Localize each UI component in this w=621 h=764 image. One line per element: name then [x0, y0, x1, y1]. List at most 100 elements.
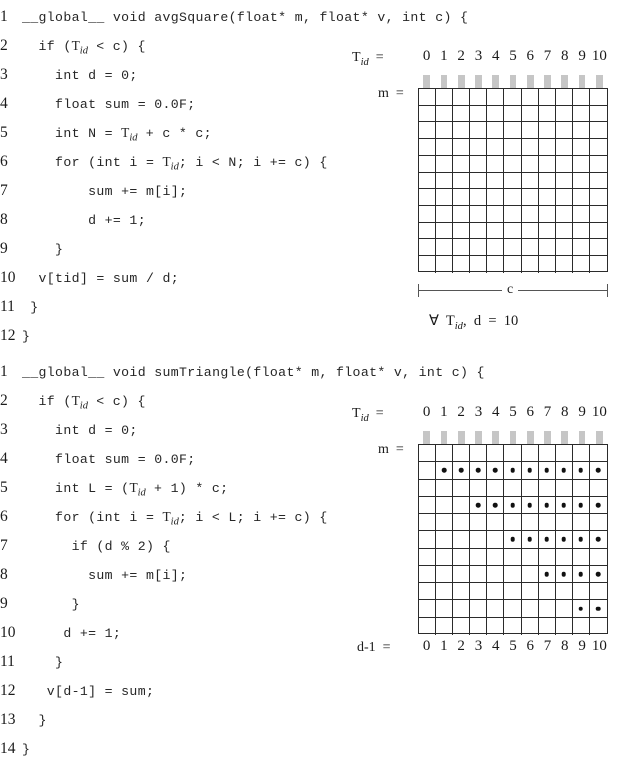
code-text: } [22, 655, 64, 670]
line-number: 1 [0, 363, 8, 380]
line-number: 3 [0, 66, 8, 83]
cell-dot [510, 502, 515, 508]
grid-cell [487, 222, 505, 240]
grid-cell [538, 565, 556, 584]
code-line: 4 float sum = 0.0F; [0, 444, 400, 473]
grid-cell [504, 617, 522, 635]
code-line: 5 int N = Tid + c * c; [0, 118, 400, 147]
code-text: int L = (Tid + 1) * c; [22, 480, 229, 499]
grid-cell [453, 617, 471, 635]
cell-dot [476, 502, 481, 508]
grid-cell [538, 462, 556, 480]
grid-cell [538, 89, 556, 106]
grid-cell [419, 445, 437, 463]
cell-dot [596, 468, 601, 473]
line-number: 3 [0, 421, 8, 438]
grid-cell [470, 122, 488, 140]
grid-cell [436, 89, 454, 106]
code-text: __global__ void avgSquare(float* m, floa… [22, 10, 469, 25]
grid-cell [573, 617, 590, 635]
grid-cell [589, 566, 608, 584]
grid-row [419, 105, 608, 123]
grid-cell [504, 189, 522, 207]
code-line: 3 int d = 0; [0, 415, 400, 444]
grid-row [419, 172, 608, 190]
grid-cell [555, 600, 573, 618]
grid-cell [487, 89, 505, 106]
grid-cell [453, 256, 471, 273]
grid-cell [521, 445, 539, 463]
grid-row [419, 531, 608, 549]
code-text: float sum = 0.0F; [22, 452, 196, 467]
grid-cell [538, 222, 556, 240]
grid-row [419, 122, 608, 140]
grid-cell [419, 479, 437, 497]
grid-cell [521, 105, 539, 123]
grid-cell [521, 139, 539, 156]
code-text: if (d % 2) { [22, 539, 171, 554]
line-number: 4 [0, 450, 8, 467]
grid-cell [589, 189, 608, 207]
code-text: int d = 0; [22, 68, 138, 83]
grid-cell [538, 239, 556, 257]
grid-cell [538, 548, 556, 566]
grid-cell [470, 479, 488, 497]
grid-cell [504, 256, 522, 273]
grid-cell [487, 531, 505, 549]
grid-cell [504, 445, 522, 463]
grid-cell [572, 531, 590, 549]
grid-cell [470, 462, 488, 480]
grid-cell [470, 600, 488, 618]
grid-cell [470, 172, 488, 190]
grid-cell [453, 155, 471, 173]
cell-dot [561, 571, 567, 577]
grid-cell [470, 222, 488, 240]
grid-cell [589, 462, 608, 480]
line-number: 9 [0, 595, 8, 612]
grid-row [419, 89, 608, 106]
grid-cell [487, 565, 505, 584]
line-number: 12 [0, 327, 16, 344]
grid-cell [572, 172, 590, 190]
grid-cell [555, 122, 573, 140]
grid-cell [436, 239, 454, 257]
grid-cell [487, 189, 505, 207]
grid-cell [589, 139, 608, 156]
code-text: } [22, 300, 39, 315]
cell-dot [476, 468, 481, 473]
grid-cell [538, 600, 556, 618]
grid-cell [470, 565, 488, 584]
code-text: for (int i = Tid; i < N; i += c) { [22, 154, 328, 173]
grid-cell [504, 565, 522, 584]
grid-cell [521, 514, 539, 532]
grid-cell [589, 531, 608, 549]
line-number: 7 [0, 537, 8, 554]
grid-cell [589, 583, 608, 601]
code-text: if (Tid < c) { [22, 38, 146, 57]
grid-cell [453, 445, 471, 463]
grid-cell [521, 531, 539, 549]
grid-cell [504, 514, 522, 532]
figure-2-matrix-label: m = [378, 442, 404, 457]
grid-cell [453, 239, 471, 257]
grid-cell [572, 189, 590, 207]
cell-dot [578, 502, 584, 508]
grid-cell [521, 155, 539, 173]
code-line: 3 int d = 0; [0, 60, 400, 89]
cell-dot [578, 606, 584, 611]
grid-cell [487, 583, 505, 601]
grid-cell [521, 172, 539, 190]
grid-cell [504, 548, 522, 566]
code-line: 11 } [0, 647, 400, 676]
grid-cell [487, 462, 505, 480]
line-number: 10 [0, 269, 16, 286]
grid-cell [572, 565, 590, 584]
code-line: 10 v[tid] = sum / d; [0, 263, 400, 292]
figure-1-grid-wrap [418, 75, 608, 273]
grid-cell [470, 155, 488, 173]
grid-cell [436, 206, 454, 223]
grid-row [419, 222, 608, 240]
grid-cell [555, 479, 573, 497]
code-text: v[d-1] = sum; [22, 684, 155, 699]
code-text: if (Tid < c) { [22, 393, 146, 412]
